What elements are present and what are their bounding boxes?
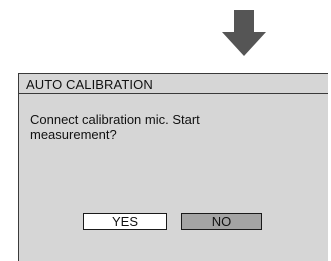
dialog-message-line1: Connect calibration mic. Start — [30, 112, 200, 127]
auto-calibration-dialog: AUTO CALIBRATION Connect calibration mic… — [18, 73, 328, 261]
dialog-title-bar: AUTO CALIBRATION — [19, 74, 328, 94]
yes-button[interactable]: YES — [83, 213, 167, 230]
page: AUTO CALIBRATION Connect calibration mic… — [0, 0, 331, 261]
dialog-message-line2: measurement? — [30, 127, 117, 142]
no-button[interactable]: NO — [181, 213, 262, 230]
down-arrow-icon — [220, 8, 268, 58]
dialog-title: AUTO CALIBRATION — [26, 77, 153, 92]
dialog-message: Connect calibration mic. Start measureme… — [30, 112, 280, 142]
